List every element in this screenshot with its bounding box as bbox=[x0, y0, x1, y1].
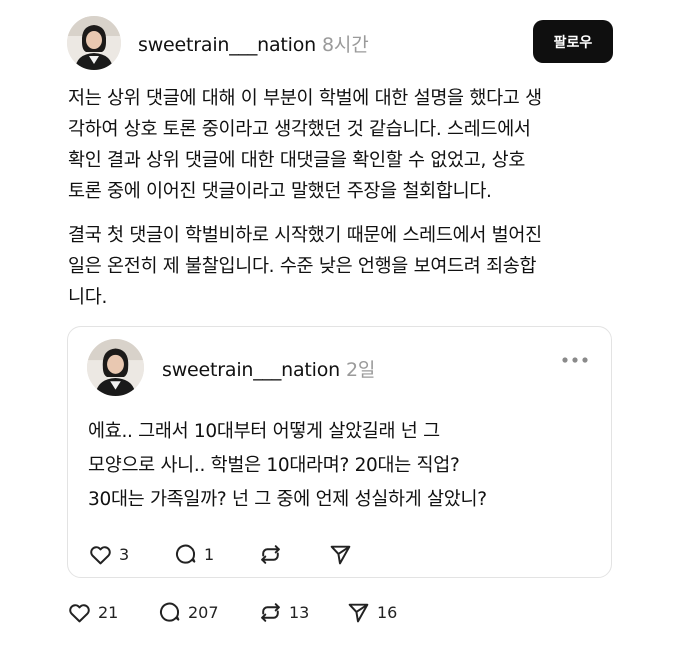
profile-photo bbox=[67, 16, 121, 70]
post-line: 저는 상위 댓글에 대해 이 부분이 학벌에 대한 설명을 했다고 생 bbox=[68, 88, 542, 109]
post-line: 니다. bbox=[68, 287, 108, 308]
post-paragraph-2: 결국 첫 댓글이 학벌비하로 시작했기 때문에 스레드에서 벌어진 일은 온전히… bbox=[68, 220, 628, 313]
post-time: 8시간 bbox=[322, 34, 369, 56]
quote-time: 2일 bbox=[346, 359, 376, 381]
post-line: 토론 중에 이어진 댓글이라고 말했던 주장을 철회합니다. bbox=[68, 181, 492, 202]
repost-icon bbox=[261, 603, 280, 622]
quote-line: 에효.. 그래서 10대부터 어떻게 살았길래 넌 그 bbox=[88, 421, 440, 442]
like-count: 21 bbox=[98, 603, 119, 622]
comment-icon bbox=[160, 602, 180, 622]
quote-line: 모양으로 사니.. 학벌은 10대라며? 20대는 직업? bbox=[88, 455, 460, 476]
follow-button[interactable]: 팔로우 bbox=[533, 20, 613, 63]
quote-author[interactable]: sweetrain___nation 2일 bbox=[162, 355, 375, 382]
quoted-post[interactable]: sweetrain___nation 2일 에효.. 그래서 10대부터 어떻게 … bbox=[67, 326, 612, 578]
post-line: 각하여 상호 토론 중이라고 생각했던 것 같습니다. 스레드에서 bbox=[68, 119, 531, 140]
quote-line: 30대는 가족일까? 넌 그 중에 언제 성실하게 살았니? bbox=[88, 489, 487, 510]
repost-button[interactable]: 13 bbox=[258, 600, 309, 625]
post-author[interactable]: sweetrain___nation 8시간 bbox=[138, 30, 369, 57]
repost-icon bbox=[261, 545, 280, 564]
post-line: 일은 온전히 제 불찰입니다. 수준 낮은 언행을 보여드려 죄송합 bbox=[68, 256, 537, 277]
quote-text: 에효.. 그래서 10대부터 어떻게 살았길래 넌 그 모양으로 사니.. 학벌… bbox=[88, 415, 588, 517]
quote-like-button[interactable]: 3 bbox=[88, 542, 129, 567]
post-line: 확인 결과 상위 댓글에 대한 대댓글을 확인할 수 없었고, 상호 bbox=[68, 150, 526, 171]
comment-icon bbox=[176, 544, 196, 564]
more-dots-icon[interactable] bbox=[561, 355, 589, 365]
post-paragraph-1: 저는 상위 댓글에 대해 이 부분이 학벌에 대한 설명을 했다고 생 각하여 … bbox=[68, 83, 628, 207]
quote-repost-button[interactable] bbox=[258, 542, 283, 567]
heart-icon bbox=[69, 604, 90, 623]
share-button[interactable]: 16 bbox=[346, 600, 397, 625]
reply-button[interactable]: 207 bbox=[157, 600, 219, 625]
quote-reply-button[interactable]: 1 bbox=[173, 542, 214, 567]
send-icon bbox=[348, 603, 369, 623]
post-username[interactable]: sweetrain___nation bbox=[138, 34, 316, 56]
quote-reply-count: 1 bbox=[204, 545, 215, 564]
repost-count: 13 bbox=[289, 603, 310, 622]
reply-count: 207 bbox=[188, 603, 219, 622]
quote-like-count: 3 bbox=[119, 545, 130, 564]
like-button[interactable]: 21 bbox=[67, 600, 118, 625]
quote-share-button[interactable] bbox=[328, 542, 353, 567]
quote-avatar[interactable] bbox=[87, 339, 144, 396]
quote-username[interactable]: sweetrain___nation bbox=[162, 359, 340, 381]
post-line: 결국 첫 댓글이 학벌비하로 시작했기 때문에 스레드에서 벌어진 bbox=[68, 225, 542, 246]
quote-profile-photo bbox=[87, 339, 144, 396]
share-count: 16 bbox=[377, 603, 398, 622]
send-icon bbox=[330, 545, 351, 565]
avatar[interactable] bbox=[67, 16, 121, 70]
heart-icon bbox=[90, 546, 111, 565]
